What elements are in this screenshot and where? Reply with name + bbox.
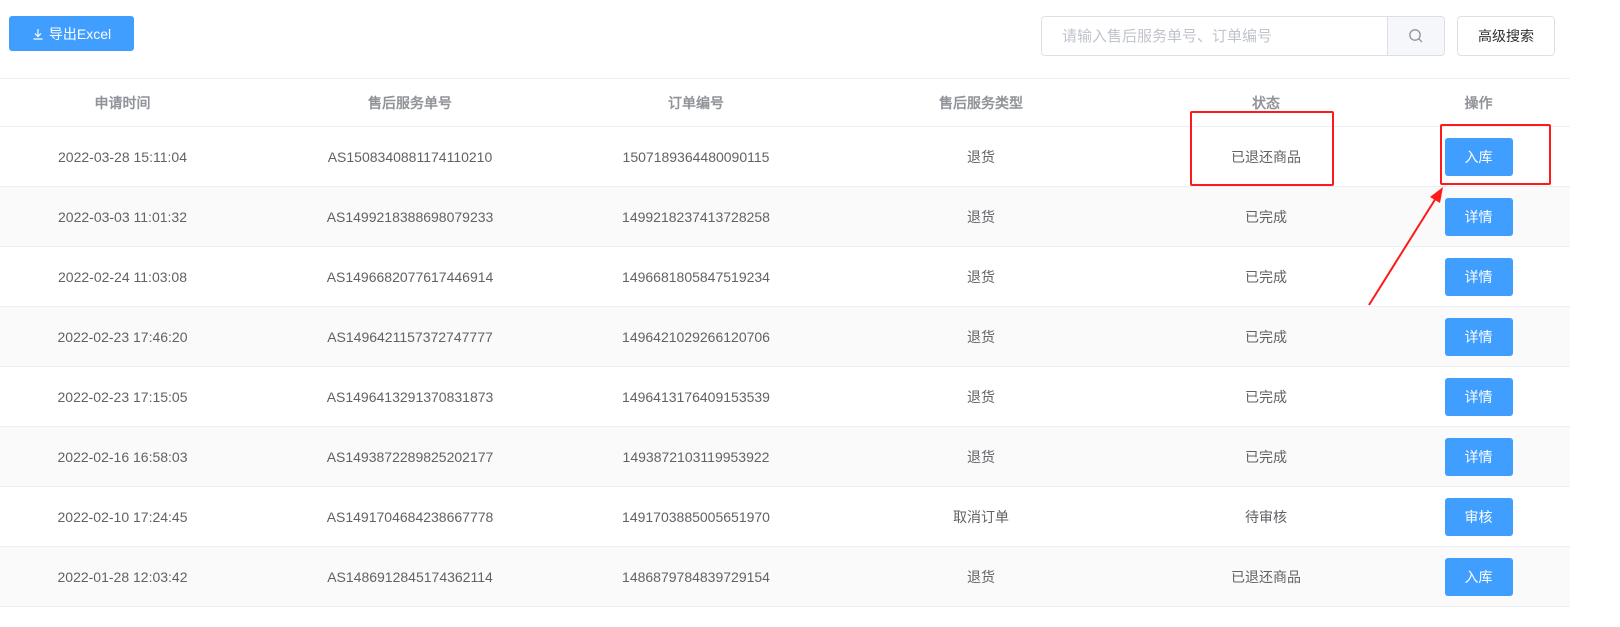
cell-apply-time: 2022-03-28 15:11:04 [58, 148, 187, 165]
search-icon [1409, 29, 1423, 43]
cell-order-no: 1496413176409153539 [622, 388, 770, 405]
table-row: 2022-02-10 17:24:45 AS1491704684238667778… [0, 487, 1570, 547]
cell-service-no: AS1496682077617446914 [326, 268, 494, 285]
row-action-button[interactable]: 详情 [1444, 197, 1513, 236]
cell-service-no: AS1496421157372747777 [327, 328, 493, 345]
cell-status: 已退还商品 [1231, 568, 1301, 585]
cell-service-type: 取消订单 [953, 508, 1009, 525]
column-header-service-no: 售后服务单号 [368, 94, 452, 111]
column-header-action: 操作 [1464, 94, 1493, 111]
row-action-button[interactable]: 审核 [1444, 497, 1513, 536]
search-box [1041, 16, 1445, 56]
cell-order-no: 1507189364480090115 [622, 148, 770, 165]
cell-apply-time: 2022-02-24 11:03:08 [58, 268, 187, 285]
cell-apply-time: 2022-02-23 17:15:05 [57, 388, 188, 405]
cell-service-no: AS1508340881174110210 [327, 148, 493, 165]
table-row: 2022-03-03 11:01:32 AS1499218388698079233… [0, 187, 1570, 247]
cell-service-no: AS1499218388698079233 [326, 208, 494, 225]
cell-status: 已退还商品 [1231, 148, 1301, 165]
cell-apply-time: 2022-03-03 11:01:32 [58, 208, 187, 225]
cell-action: 详情 [1387, 427, 1570, 486]
cell-order-no: 1493872103119953922 [622, 448, 770, 465]
column-header-service-type: 售后服务类型 [939, 94, 1023, 111]
cell-apply-time: 2022-02-16 16:58:03 [57, 448, 188, 465]
cell-service-no: AS1486912845174362114 [327, 568, 493, 585]
cell-service-type: 退货 [967, 148, 995, 165]
cell-apply-time: 2022-02-23 17:46:20 [57, 328, 188, 345]
column-header-order-no: 订单编号 [668, 94, 724, 111]
cell-service-type: 退货 [967, 208, 995, 225]
cell-service-no: AS1496413291370831873 [326, 388, 494, 405]
table-body: 2022-03-28 15:11:04 AS1508340881174110210… [0, 127, 1570, 607]
cell-action: 入库 [1387, 127, 1570, 186]
cell-action: 详情 [1387, 307, 1570, 366]
row-action-button[interactable]: 入库 [1444, 557, 1513, 596]
cell-apply-time: 2022-01-28 12:03:42 [57, 568, 188, 585]
table-header: 申请时间 售后服务单号 订单编号 售后服务类型 状态 操作 [0, 78, 1570, 127]
advanced-search-button[interactable]: 高级搜索 [1457, 16, 1555, 56]
table-row: 2022-03-28 15:11:04 AS1508340881174110210… [0, 127, 1570, 187]
cell-action: 详情 [1387, 367, 1570, 426]
cell-apply-time: 2022-02-10 17:24:45 [57, 508, 188, 525]
cell-action: 详情 [1387, 187, 1570, 246]
table-row: 2022-01-28 12:03:42 AS1486912845174362114… [0, 547, 1570, 607]
search-button[interactable] [1387, 17, 1444, 55]
cell-status: 已完成 [1245, 268, 1287, 285]
cell-service-type: 退货 [967, 448, 995, 465]
aftersale-page: 导出Excel 高级搜索 申请时间 售后服务单号 订单编号 售后服务类型 状态 … [0, 0, 1620, 627]
cell-service-type: 退货 [967, 568, 995, 585]
cell-order-no: 1496681805847519234 [622, 268, 770, 285]
download-icon [33, 28, 43, 40]
row-action-button[interactable]: 详情 [1444, 317, 1513, 356]
cell-status: 已完成 [1245, 328, 1287, 345]
cell-service-no: AS1491704684238667778 [326, 508, 494, 525]
cell-status: 已完成 [1245, 448, 1287, 465]
export-excel-button[interactable]: 导出Excel [9, 16, 134, 51]
column-header-apply-time: 申请时间 [94, 94, 151, 111]
cell-order-no: 1499218237413728258 [622, 208, 770, 225]
cell-status: 已完成 [1245, 388, 1287, 405]
row-action-button[interactable]: 详情 [1444, 377, 1513, 416]
cell-order-no: 1486879784839729154 [622, 568, 770, 585]
cell-service-type: 退货 [967, 328, 995, 345]
cell-status: 待审核 [1245, 508, 1287, 525]
cell-status: 已完成 [1245, 208, 1287, 225]
export-excel-label: 导出Excel [48, 25, 112, 42]
column-header-status: 状态 [1252, 94, 1280, 111]
table-row: 2022-02-23 17:46:20 AS1496421157372747777… [0, 307, 1570, 367]
row-action-button[interactable]: 入库 [1444, 137, 1513, 176]
cell-action: 入库 [1387, 547, 1570, 606]
row-action-button[interactable]: 详情 [1444, 437, 1513, 476]
cell-order-no: 1496421029266120706 [622, 328, 770, 345]
table-row: 2022-02-23 17:15:05 AS1496413291370831873… [0, 367, 1570, 427]
cell-service-type: 退货 [967, 388, 995, 405]
cell-order-no: 1491703885005651970 [622, 508, 770, 525]
search-input[interactable] [1042, 17, 1387, 55]
aftersale-table: 申请时间 售后服务单号 订单编号 售后服务类型 状态 操作 2022-03-28… [0, 78, 1570, 607]
cell-action: 审核 [1387, 487, 1570, 546]
table-row: 2022-02-16 16:58:03 AS1493872289825202177… [0, 427, 1570, 487]
cell-service-type: 退货 [967, 268, 995, 285]
cell-action: 详情 [1387, 247, 1570, 306]
row-action-button[interactable]: 详情 [1444, 257, 1513, 296]
cell-service-no: AS1493872289825202177 [326, 448, 494, 465]
table-row: 2022-02-24 11:03:08 AS1496682077617446914… [0, 247, 1570, 307]
